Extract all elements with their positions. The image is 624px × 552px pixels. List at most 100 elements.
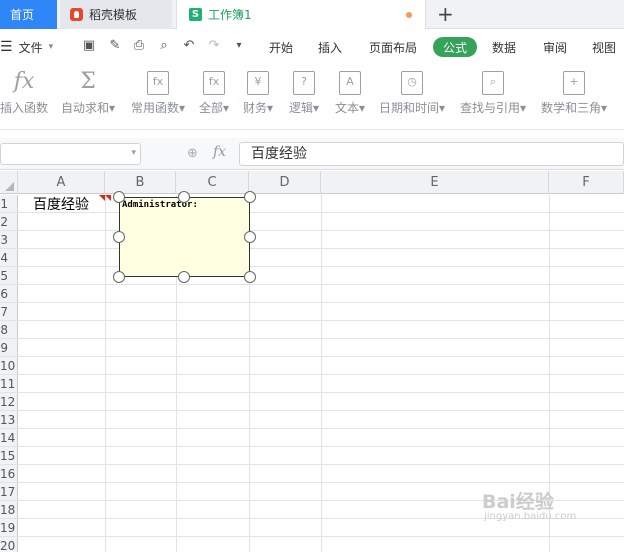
column-header-f[interactable]: F — [549, 171, 624, 194]
formula-input[interactable]: 百度经验 — [239, 142, 624, 166]
sigma-icon: Σ — [80, 69, 96, 94]
column-header-e[interactable]: E — [321, 171, 549, 194]
new-tab-button[interactable]: + — [437, 2, 454, 26]
row-header-9[interactable]: 9 — [0, 339, 18, 357]
row-header: 1 2 3 4 5 6 7 8 9 10 11 12 13 14 15 16 17 18 19 20 — [0, 195, 18, 552]
row-line — [18, 392, 624, 393]
column-header-d[interactable]: D — [249, 171, 321, 194]
column-header-c[interactable]: C — [176, 171, 249, 194]
redo-icon[interactable]: ↷ — [207, 39, 221, 53]
financial-button[interactable]: ¥ 财务▾ — [240, 64, 276, 130]
row-line — [18, 212, 624, 213]
menu-page-layout[interactable]: 页面布局 — [369, 30, 417, 64]
tab-home[interactable]: 首页 — [0, 0, 57, 29]
menu-review[interactable]: 审阅 — [543, 30, 567, 64]
logical-label: 逻辑▾ — [288, 101, 320, 115]
row-header-11[interactable]: 11 — [0, 375, 18, 393]
resize-handle[interactable] — [178, 191, 190, 203]
spreadsheet-icon: S — [189, 8, 202, 21]
text-button[interactable]: A 文本▾ — [332, 64, 368, 130]
datetime-label: 日期和时间▾ — [378, 101, 446, 115]
row-header-15[interactable]: 15 — [0, 447, 18, 465]
row-header-3[interactable]: 3 — [0, 231, 18, 249]
row-header-12[interactable]: 12 — [0, 393, 18, 411]
row-header-2[interactable]: 2 — [0, 213, 18, 231]
function-icon: fx — [203, 71, 225, 95]
zoom-icon[interactable]: ⊕ — [187, 146, 198, 161]
save-icon[interactable]: ▣ — [82, 39, 96, 53]
resize-handle[interactable] — [244, 231, 256, 243]
chevron-down-icon[interactable]: ▾ — [131, 148, 136, 158]
lookup-button[interactable]: ⌕ 查找与引用▾ — [458, 64, 528, 130]
function-icon: fx — [147, 71, 169, 95]
menu-formula[interactable]: 公式 — [433, 37, 478, 57]
comment-indicator-icon — [105, 195, 111, 201]
tab-home-label: 首页 — [10, 8, 35, 22]
resize-handle[interactable] — [113, 271, 125, 283]
financial-label: 财务▾ — [242, 101, 274, 115]
row-header-8[interactable]: 8 — [0, 321, 18, 339]
row-line — [18, 230, 624, 231]
row-header-18[interactable]: 18 — [0, 501, 18, 519]
print-icon[interactable]: ⎙ — [132, 39, 146, 53]
row-header-7[interactable]: 7 — [0, 303, 18, 321]
formula-bar: ▾ ⊕ fx 百度经验 — [0, 138, 624, 170]
name-box[interactable]: ▾ — [0, 143, 141, 165]
undo-icon[interactable]: ↶ — [182, 39, 196, 53]
row-line — [18, 338, 624, 339]
row-line — [18, 536, 624, 537]
more-icon[interactable]: ▾ — [232, 39, 246, 53]
formula-ribbon: fx 插入函数 Σ 自动求和▾ fx 常用函数▾ fx 全部▾ ¥ 财务▾ ? 逻辑▾ A文… — [0, 64, 624, 130]
menu-data[interactable]: 数据 — [492, 30, 516, 64]
insert-function-button[interactable]: fx 插入函数 — [0, 64, 48, 130]
math-trig-label: 数学和三角▾ — [540, 101, 608, 115]
file-menu[interactable]: ☰ 文件 ▾ — [0, 30, 53, 64]
row-header-6[interactable]: 6 — [0, 285, 18, 303]
fx-icon[interactable]: fx — [213, 144, 226, 160]
row-header-10[interactable]: 10 — [0, 357, 18, 375]
row-header-16[interactable]: 16 — [0, 465, 18, 483]
fx-icon: fx — [13, 69, 35, 94]
yen-icon: ¥ — [247, 71, 269, 95]
resize-handle[interactable] — [244, 191, 256, 203]
insert-function-label: 插入函数 — [0, 101, 49, 115]
row-line — [18, 446, 624, 447]
tab-bar: 首页 稻壳模板 S 工作簿1 + — [0, 0, 624, 29]
row-header-1[interactable]: 1 — [0, 195, 18, 213]
row-line — [18, 356, 624, 357]
datetime-button[interactable]: ◷ 日期和时间▾ — [377, 64, 447, 130]
column-header: A B C D E F — [0, 171, 624, 194]
column-header-a[interactable]: A — [18, 171, 105, 194]
row-header-20[interactable]: 20 — [0, 537, 18, 552]
question-icon: ? — [293, 71, 315, 95]
row-line — [18, 428, 624, 429]
cell-a1[interactable]: 百度经验 — [33, 196, 89, 214]
menu-start[interactable]: 开始 — [269, 30, 293, 64]
format-painter-icon[interactable]: ✎ — [108, 39, 122, 53]
common-functions-button[interactable]: fx 常用函数▾ — [128, 64, 188, 130]
menu-insert[interactable]: 插入 — [318, 30, 342, 64]
row-line — [18, 284, 624, 285]
all-functions-button[interactable]: fx 全部▾ — [196, 64, 232, 130]
menu-view[interactable]: 视图 — [592, 30, 616, 64]
resize-handle[interactable] — [113, 191, 125, 203]
tab-template[interactable]: 稻壳模板 — [60, 0, 172, 29]
tab-workbook[interactable]: S 工作簿1 — [176, 0, 426, 29]
row-header-14[interactable]: 14 — [0, 429, 18, 447]
row-header-13[interactable]: 13 — [0, 411, 18, 429]
row-header-19[interactable]: 19 — [0, 519, 18, 537]
common-functions-label: 常用函数▾ — [130, 101, 186, 115]
select-all-corner[interactable] — [0, 171, 18, 194]
resize-handle[interactable] — [113, 231, 125, 243]
menu-bar: ☰ 文件 ▾ ▣ ✎ ⎙ ⌕ ↶ ↷ ▾ 开始 插入 页面布局 公式 数据 审阅 视… — [0, 30, 624, 64]
row-header-5[interactable]: 5 — [0, 267, 18, 285]
resize-handle[interactable] — [244, 271, 256, 283]
autosum-button[interactable]: Σ 自动求和▾ — [58, 64, 118, 130]
row-line — [18, 464, 624, 465]
row-header-4[interactable]: 4 — [0, 249, 18, 267]
logical-button[interactable]: ? 逻辑▾ — [286, 64, 322, 130]
row-header-17[interactable]: 17 — [0, 483, 18, 501]
print-preview-icon[interactable]: ⌕ — [157, 39, 171, 53]
resize-handle[interactable] — [178, 271, 190, 283]
math-trig-button[interactable]: + 数学和三角▾ — [539, 64, 609, 130]
